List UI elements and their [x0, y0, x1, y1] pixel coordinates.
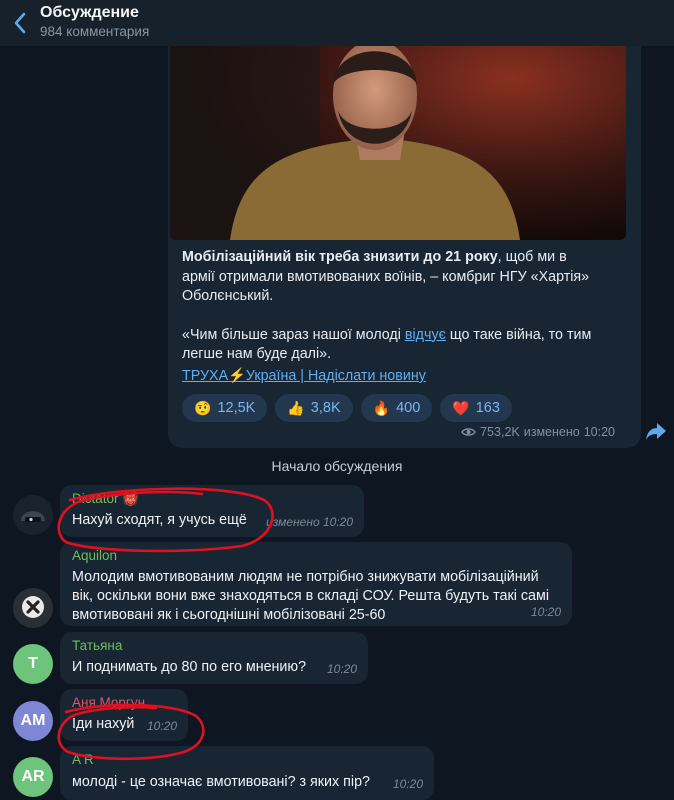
comment-text: И поднимать до 80 по его мнению?	[72, 659, 307, 675]
reaction-count: 163	[475, 400, 500, 416]
avatar-initials: AM	[20, 712, 46, 729]
post-time: 10:20	[583, 425, 615, 439]
share-arrow-icon[interactable]	[645, 420, 667, 442]
cross-avatar-icon	[13, 588, 53, 628]
post-meta: 753,2K изменено 10:20	[461, 425, 615, 439]
reaction-count: 400	[396, 400, 421, 416]
discussion-start-label: Начало обсуждения	[0, 458, 674, 474]
comment-meta: 10:20	[392, 777, 423, 791]
discussion-start-text: Начало обсуждения	[271, 458, 403, 474]
post-text: Мобілізаційний вік треба знизити до 21 р…	[182, 248, 602, 365]
comment-bubble[interactable]: Аня Моргун Іди нахуй 10:20	[60, 689, 188, 741]
comment-author[interactable]: Aquilon	[72, 548, 117, 563]
post-headline-bold: Мобілізаційний вік треба знизити до 21 р…	[182, 249, 498, 265]
chat-header: Обсуждение 984 комментария	[0, 0, 674, 46]
avatar[interactable]: T	[13, 644, 53, 684]
chat-title[interactable]: Обсуждение	[40, 4, 139, 22]
reaction-count: 3,8K	[310, 400, 341, 416]
comment-author[interactable]: A R	[72, 752, 94, 767]
raised-eyebrow-emoji-icon: 🤨	[194, 399, 212, 416]
comment-bubble[interactable]: Татьяна И поднимать до 80 по его мнению?…	[60, 632, 368, 684]
comment-bubble[interactable]: Aquilon Молодим вмотивованим людям не по…	[60, 542, 572, 626]
edited-label: изменено	[523, 425, 580, 439]
comment-text: Молодим вмотивованим людям не потрібно з…	[72, 569, 549, 623]
comment-text: Іди нахуй	[72, 716, 135, 732]
comment-text: Нахуй сходят, я учусь ещё	[72, 512, 247, 528]
avatar[interactable]: AR	[13, 757, 53, 797]
comment-author[interactable]: Татьяна	[72, 638, 122, 653]
thumbs-up-emoji-icon: 👍	[287, 399, 305, 416]
comment-count: 984 комментария	[40, 24, 150, 39]
avatar[interactable]	[13, 495, 53, 535]
reactions-bar: 🤨 12,5K 👍 3,8K 🔥 400 ❤️ 163	[182, 394, 512, 422]
avatar[interactable]: AM	[13, 701, 53, 741]
comment-text: молоді - це означає вмотивовані? з яких …	[72, 774, 370, 790]
quote-link[interactable]: відчує	[405, 327, 446, 343]
avatar-initials: T	[28, 655, 38, 672]
comment-meta: 10:20	[530, 605, 561, 619]
view-count: 753,2K	[480, 425, 520, 439]
comment-meta: изменено 10:20	[266, 515, 353, 529]
reaction-thumbs-up[interactable]: 👍 3,8K	[275, 394, 353, 422]
comment-bubble[interactable]: Dictator 👹 Нахуй сходят, я учусь ещё изм…	[60, 485, 364, 537]
reaction-heart[interactable]: ❤️ 163	[440, 394, 512, 422]
comment-meta: 10:20	[326, 662, 357, 676]
heart-emoji-icon: ❤️	[452, 399, 470, 416]
channel-signature-link[interactable]: ТРУХА⚡Україна | Надіслати новину	[182, 368, 426, 384]
avatar[interactable]	[13, 588, 53, 628]
comment-meta: 10:20	[146, 719, 177, 733]
fire-emoji-icon: 🔥	[372, 399, 391, 416]
reaction-count: 12,5K	[217, 400, 256, 416]
helmet-avatar-icon	[13, 495, 53, 535]
post-quote-start: «Чим більше зараз нашої молоді	[182, 326, 405, 343]
avatar-initials: AR	[21, 768, 45, 785]
comment-author[interactable]: Dictator 👹	[72, 491, 139, 507]
eye-icon	[461, 428, 476, 436]
back-arrow-icon[interactable]	[10, 10, 32, 36]
comment-author[interactable]: Аня Моргун	[72, 695, 145, 710]
reaction-fire[interactable]: 🔥 400	[360, 394, 433, 422]
reaction-raised-eyebrow[interactable]: 🤨 12,5K	[182, 394, 268, 422]
channel-post: Мобілізаційний вік треба знизити до 21 р…	[168, 0, 641, 448]
comment-bubble[interactable]: A R молоді - це означає вмотивовані? з я…	[60, 746, 434, 800]
